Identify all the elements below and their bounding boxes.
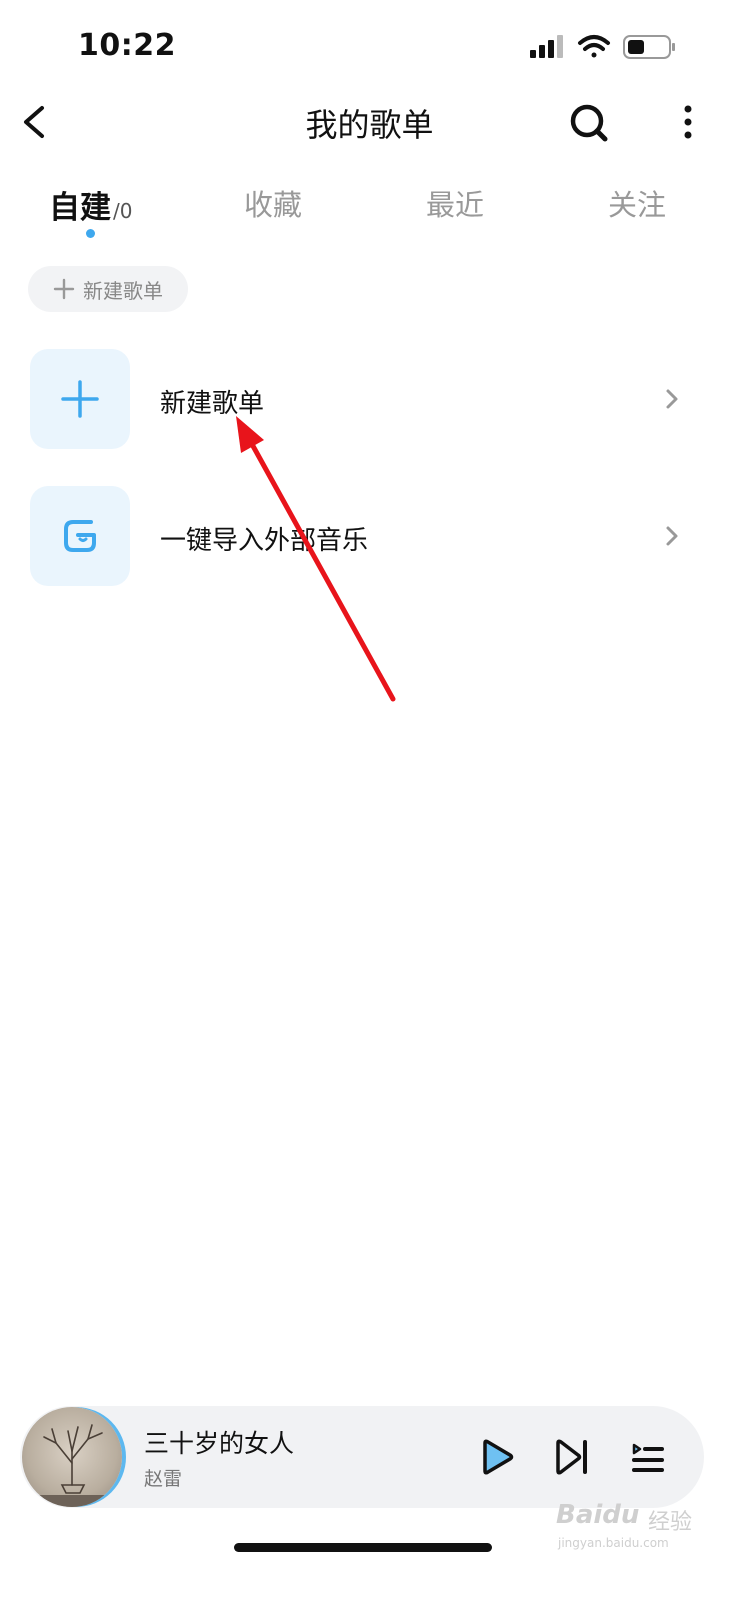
next-icon[interactable] [552, 1437, 592, 1477]
status-time: 10:22 [78, 28, 176, 63]
album-art [22, 1424, 122, 1507]
signal-icon [530, 35, 563, 58]
row-icon-tile [30, 349, 130, 449]
chevron-right-icon [666, 389, 678, 409]
tab-recent[interactable]: 最近 [426, 182, 484, 224]
baidu-watermark: Baidu 经验 jingyan.baidu.com [556, 1500, 706, 1560]
chevron-right-icon [666, 526, 678, 546]
plus-icon [53, 278, 75, 300]
playlist-icon[interactable] [628, 1437, 668, 1477]
tab-count: /0 [113, 199, 133, 223]
album-cover[interactable] [22, 1407, 122, 1507]
watermark-brand: Baidu [556, 1500, 640, 1530]
new-playlist-row[interactable]: 新建歌单 [0, 349, 739, 453]
row-label: 新建歌单 [160, 389, 265, 419]
status-icons [530, 35, 675, 59]
tab-self-created[interactable]: 自建/0 [49, 182, 132, 227]
tab-favorites[interactable]: 收藏 [244, 182, 302, 224]
more-vertical-icon[interactable] [670, 100, 706, 146]
plus-icon [61, 380, 99, 418]
page-title: 我的歌单 [305, 106, 434, 144]
wifi-icon [578, 35, 610, 58]
row-label: 一键导入外部音乐 [160, 526, 369, 556]
play-icon[interactable] [476, 1437, 516, 1477]
chip-label: 新建歌单 [83, 278, 163, 303]
mini-player[interactable]: 三十岁的女人 赵雷 [20, 1406, 704, 1508]
song-title: 三十岁的女人 [144, 1429, 295, 1458]
battery-icon [623, 35, 675, 59]
search-icon[interactable] [566, 100, 612, 146]
home-indicator [234, 1543, 492, 1552]
annotation-arrow [236, 416, 396, 702]
import-music-row[interactable]: 一键导入外部音乐 [0, 486, 739, 590]
song-artist: 赵雷 [144, 1468, 183, 1490]
active-tab-indicator [86, 229, 95, 238]
import-icon [64, 520, 96, 552]
watermark-cn: 经验 [648, 1510, 693, 1535]
new-playlist-chip[interactable]: 新建歌单 [28, 266, 188, 312]
tab-following[interactable]: 关注 [608, 182, 666, 224]
watermark-url: jingyan.baidu.com [558, 1536, 669, 1550]
tab-label: 自建 [49, 190, 111, 226]
row-icon-tile [30, 486, 130, 586]
